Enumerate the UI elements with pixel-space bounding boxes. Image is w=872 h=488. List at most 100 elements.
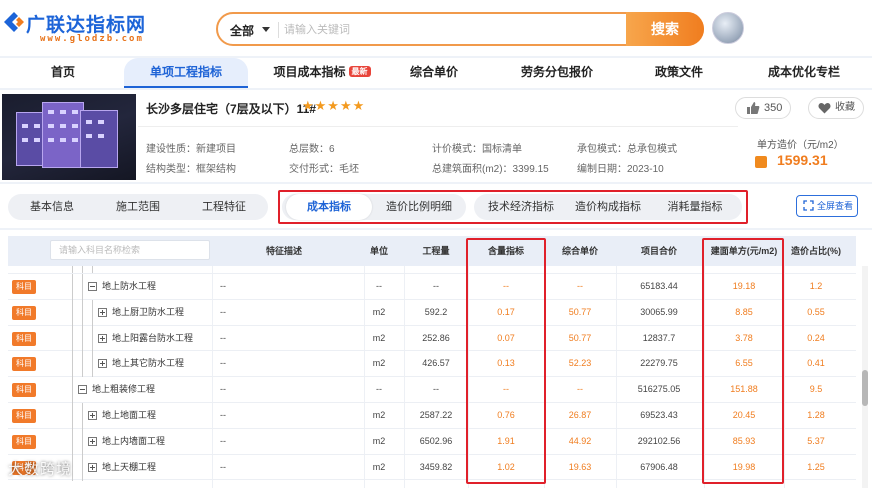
cell-unit-price: 44.92 [568, 435, 592, 446]
cell-ratio: 9.5 [809, 384, 823, 395]
expand-icon[interactable] [98, 333, 107, 343]
tab-construction-scope[interactable]: 施工范围 [100, 194, 176, 220]
project-thumbnail[interactable] [2, 94, 136, 180]
cell-ratio [784, 266, 848, 273]
tree-guide-line [92, 351, 93, 378]
new-badge: 最新 [348, 66, 371, 77]
expand-icon[interactable] [88, 462, 97, 472]
collapse-icon[interactable] [88, 282, 97, 291]
expand-icon[interactable] [98, 307, 107, 317]
tree-guide-line [82, 299, 83, 326]
cell-unit [354, 266, 404, 273]
cell-unit-price: -- [577, 281, 583, 291]
nav-project-cost-index[interactable]: 项目成本指标 最新 [272, 58, 372, 88]
nav-cost-optimization[interactable]: 成本优化专栏 [766, 58, 842, 88]
floor-count: 总层数：6 [289, 144, 335, 155]
site-header: 广联达指标网 www.glodzb.com 全部 搜索 [0, 0, 872, 56]
cell-total: 516275.05 [637, 384, 681, 395]
window-shape [72, 124, 78, 128]
window-shape [86, 120, 92, 124]
divider [278, 22, 279, 38]
tab-group-basic: 基本信息 施工范围 工程特征 [8, 194, 268, 220]
cell-ratio: 1.2 [809, 281, 823, 291]
cell-qty: 3459.82 [419, 461, 453, 472]
tab-basic-info[interactable]: 基本信息 [14, 194, 90, 220]
tree-guide-line [72, 325, 73, 352]
subject-name: 地上厨卫防水工程 [112, 306, 185, 317]
window-shape [60, 124, 66, 128]
expand-icon[interactable] [88, 436, 97, 446]
cell-total: 22279.75 [640, 358, 678, 369]
cell-unit-price: 50.77 [568, 332, 592, 343]
cell-feature: -- [220, 410, 226, 420]
window-shape [98, 134, 104, 138]
favorite-label: 收藏 [835, 102, 855, 113]
search-button[interactable]: 搜索 [626, 12, 704, 46]
cell-feature: -- [220, 306, 226, 317]
subject-name: 地上其它防水工程 [112, 358, 185, 369]
collapse-icon[interactable] [78, 385, 87, 395]
cell-qty: 426.57 [422, 358, 450, 369]
cell-qty: -- [433, 384, 439, 395]
cell-ratio: 1.28 [807, 410, 825, 420]
window-shape [60, 138, 66, 142]
subject-name: 地上内墙面工程 [102, 435, 166, 446]
highlight-box [702, 238, 784, 484]
cell-ratio: 0.41 [807, 358, 825, 369]
avatar[interactable] [712, 12, 744, 44]
like-count: 350 [764, 102, 783, 114]
nav-labor-quote[interactable]: 劳务分包报价 [520, 58, 594, 88]
cell-unit: m2 [372, 461, 386, 472]
cell-total: 12837.7 [642, 332, 676, 343]
unit-cost-value: 1599.31 [777, 152, 828, 168]
scroll-thumb[interactable] [862, 370, 868, 406]
tree-guide-line [82, 403, 83, 429]
search-bar: 全部 搜索 [216, 12, 704, 46]
cell-ratio: 1.25 [807, 461, 825, 472]
divider [138, 126, 738, 127]
cell-feature: -- [220, 435, 226, 446]
window-shape [72, 110, 78, 114]
search-input[interactable] [284, 20, 624, 40]
fullscreen-button[interactable]: 全屏查看 [796, 195, 858, 217]
thumbs-up-icon [747, 102, 760, 114]
cell-feature [214, 266, 254, 273]
tree-guide-line [72, 266, 73, 273]
window-shape [60, 110, 66, 114]
cell-unit: -- [376, 384, 382, 395]
tree-guide-line [82, 428, 83, 455]
search-category[interactable]: 全部 [230, 22, 254, 39]
nav-unit-price[interactable]: 综合单价 [404, 58, 464, 88]
chevron-down-icon[interactable] [262, 27, 270, 32]
highlight-box [466, 238, 546, 484]
project-title: 长沙多层住宅（7层及以下）11# [146, 102, 317, 116]
tree-guide-line [82, 454, 83, 481]
cost-index-table: 特征描述 单位 工程量 含量指标 综合单价 项目合价 建面单方(元/m2) 造价… [0, 230, 872, 488]
col-feature: 特征描述 [265, 246, 302, 256]
nav-home[interactable]: 首页 [40, 58, 86, 88]
cell-qty: 2587.22 [419, 410, 453, 420]
tree-guide-line [72, 428, 73, 455]
subject-filter-input[interactable] [50, 240, 210, 260]
highlight-box [278, 190, 748, 224]
window-shape [34, 124, 40, 128]
table-scrollbar[interactable] [862, 266, 868, 488]
price-tag-icon [755, 156, 767, 168]
nav-label: 项目成本指标 [273, 65, 346, 79]
cell-unit: m2 [372, 435, 386, 446]
cell-unit: m2 [372, 410, 386, 420]
tab-project-features[interactable]: 工程特征 [186, 194, 262, 220]
like-button[interactable]: 350 [735, 97, 791, 119]
tree-guide-line [92, 266, 93, 273]
window-shape [72, 138, 78, 142]
nav-single-project-index[interactable]: 单项工程指标 [124, 58, 248, 88]
nav-policy[interactable]: 政策文件 [652, 58, 706, 88]
window-shape [48, 138, 54, 142]
cell-ratio: 5.37 [807, 435, 825, 446]
window-shape [34, 138, 40, 142]
site-logo[interactable]: 广联达指标网 www.glodzb.com [2, 8, 182, 46]
expand-icon[interactable] [88, 411, 97, 420]
favorite-button[interactable]: 收藏 [808, 97, 864, 119]
expand-icon[interactable] [98, 359, 107, 369]
tree-guide-line [82, 325, 83, 352]
